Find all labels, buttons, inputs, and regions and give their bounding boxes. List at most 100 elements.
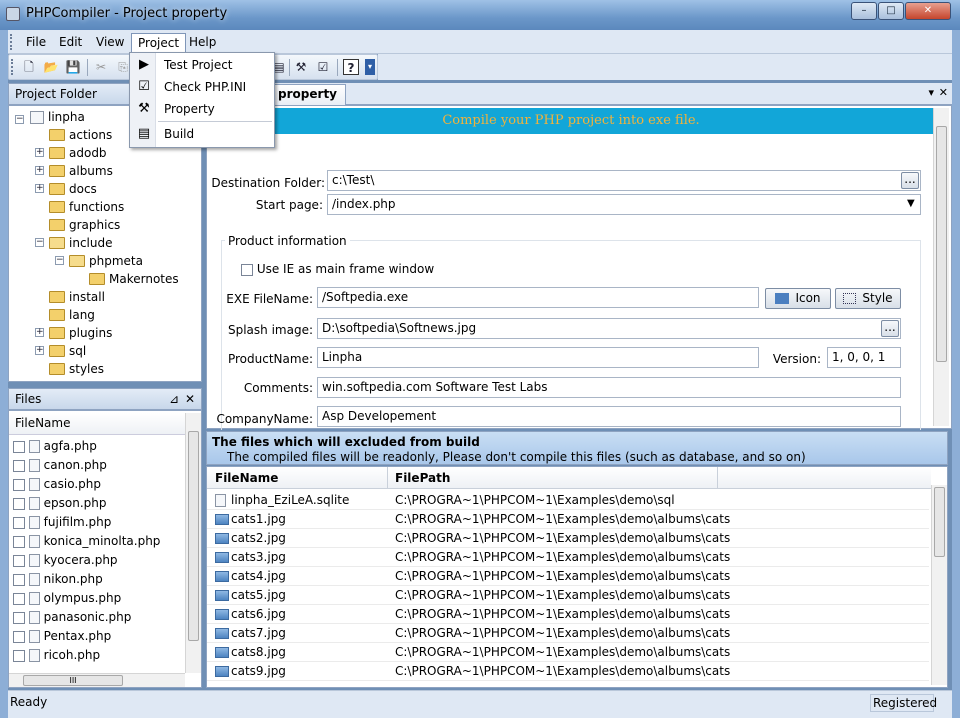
menu-view[interactable]: View [90,33,130,51]
file-row[interactable]: nikon.php [13,570,103,589]
cut-icon[interactable]: ✂ [93,59,109,75]
checkbox-icon[interactable] [241,263,253,276]
expand-icon[interactable]: + [35,166,44,175]
column-filename[interactable]: FileName [215,471,278,485]
column-filepath[interactable]: FilePath [395,471,450,485]
form-vscrollbar[interactable] [933,108,949,426]
tree-root[interactable]: − linpha [15,108,85,126]
tab-close-icon[interactable]: ✕ [939,86,948,99]
file-row[interactable]: fujifilm.php [13,513,111,532]
collapse-icon[interactable]: − [15,115,24,124]
company-name-field[interactable]: Asp Developement [317,406,901,427]
tab-dropdown-icon[interactable]: ▾ [928,86,934,99]
check-list-icon[interactable]: ☑ [315,59,331,75]
tree-item-actions[interactable]: actions [49,126,112,144]
table-row[interactable]: cats8.jpg C:\PROGRA~1\PHPCOM~1\Examples\d… [207,643,929,662]
scroll-thumb[interactable] [934,487,945,557]
close-window-button[interactable]: ✕ [905,2,951,20]
file-row[interactable]: epson.php [13,494,107,513]
tree-item-lang[interactable]: lang [49,306,95,324]
files-hscrollbar[interactable]: III [9,673,185,687]
collapse-icon[interactable]: − [55,256,64,265]
use-ie-checkbox[interactable]: Use IE as main frame window [241,262,434,276]
new-file-icon[interactable]: 🗋 [21,59,37,75]
scroll-thumb[interactable] [188,431,199,641]
close-icon[interactable]: ✕ [185,392,195,406]
expand-icon[interactable]: + [35,184,44,193]
tree-item-makernotes[interactable]: Makernotes [89,270,179,288]
tree-item-sql[interactable]: + sql [35,342,86,360]
checkbox-icon[interactable] [13,611,25,624]
tree-item-albums[interactable]: + albums [35,162,113,180]
table-row[interactable]: cats7.jpg C:\PROGRA~1\PHPCOM~1\Examples\d… [207,624,929,643]
checkbox-icon[interactable] [13,497,25,510]
file-row[interactable]: kyocera.php [13,551,118,570]
grid-vscrollbar[interactable] [931,485,947,685]
menu-help[interactable]: Help [183,33,222,51]
open-folder-icon[interactable]: 📂 [43,59,59,75]
file-row[interactable]: konica_minolta.php [13,532,160,551]
toolbar-overflow-icon[interactable]: ▾ [365,59,375,75]
maximize-button[interactable]: □ [878,2,904,20]
tree-item-graphics[interactable]: graphics [49,216,120,234]
file-row[interactable]: casio.php [13,475,101,494]
checkbox-icon[interactable] [13,516,25,529]
checkbox-icon[interactable] [13,535,25,548]
checkbox-icon[interactable] [13,459,25,472]
file-row[interactable]: panasonic.php [13,608,131,627]
destination-browse-button[interactable]: ... [901,172,919,189]
help-icon[interactable]: ? [343,59,359,75]
tree-item-phpmeta[interactable]: − phpmeta [55,252,143,270]
tree-item-styles[interactable]: styles [49,360,104,378]
table-row[interactable]: cats2.jpg C:\PROGRA~1\PHPCOM~1\Examples\d… [207,529,929,548]
product-name-field[interactable]: Linpha [317,347,759,368]
menu-item-check-php-ini[interactable]: ☑ Check PHP.INI [130,76,274,98]
version-field[interactable]: 1, 0, 0, 1 [827,347,901,368]
exe-filename-field[interactable]: /Softpedia.exe [317,287,759,308]
checkbox-icon[interactable] [13,630,25,643]
menu-edit[interactable]: Edit [53,33,88,51]
hscroll-thumb[interactable]: III [23,675,123,686]
save-icon[interactable]: 💾 [65,59,81,75]
table-row[interactable]: cats3.jpg C:\PROGRA~1\PHPCOM~1\Examples\d… [207,548,929,567]
menu-item-test-project[interactable]: ▶ Test Project [130,54,274,76]
build-tools-icon[interactable]: ⚒ [293,59,309,75]
checkbox-icon[interactable] [13,554,25,567]
table-row[interactable]: cats6.jpg C:\PROGRA~1\PHPCOM~1\Examples\d… [207,605,929,624]
tree-item-docs[interactable]: + docs [35,180,97,198]
chevron-down-icon[interactable]: ▼ [907,198,915,209]
comments-field[interactable]: win.softpedia.com Software Test Labs [317,377,901,398]
expand-icon[interactable]: + [35,148,44,157]
splash-browse-button[interactable]: ... [881,320,899,337]
menu-item-property[interactable]: ⚒ Property [130,98,274,120]
minimize-button[interactable]: – [851,2,877,20]
files-column-header[interactable]: FileName [9,413,185,435]
collapse-icon[interactable]: − [35,238,44,247]
checkbox-icon[interactable] [13,592,25,605]
expand-icon[interactable]: + [35,346,44,355]
expand-icon[interactable]: + [35,328,44,337]
checkbox-icon[interactable] [13,440,25,453]
file-row[interactable]: Pentax.php [13,627,111,646]
table-row[interactable]: linpha_EziLeA.sqlite C:\PROGRA~1\PHPCOM~1… [207,491,929,510]
tree-item-plugins[interactable]: + plugins [35,324,112,342]
file-row[interactable]: ricoh.php [13,646,100,665]
destination-field[interactable]: c:\Test\ [327,170,921,191]
table-row[interactable]: cats5.jpg C:\PROGRA~1\PHPCOM~1\Examples\d… [207,586,929,605]
files-vscrollbar[interactable] [185,413,201,673]
checkbox-icon[interactable] [13,478,25,491]
tree-item-functions[interactable]: functions [49,198,124,216]
start-page-select[interactable]: /index.php [327,194,921,215]
pin-icon[interactable]: ⊿ [169,392,179,406]
menu-item-build[interactable]: ▤ Build [130,123,274,145]
table-row[interactable]: cats9.jpg C:\PROGRA~1\PHPCOM~1\Examples\d… [207,662,929,681]
tree-item-include[interactable]: − include [35,234,112,252]
tree-item-install[interactable]: install [49,288,105,306]
scroll-thumb[interactable] [936,126,947,362]
table-row[interactable]: cats1.jpg C:\PROGRA~1\PHPCOM~1\Examples\d… [207,510,929,529]
menu-file[interactable]: File [20,33,52,51]
file-row[interactable]: canon.php [13,456,107,475]
tree-item-adodb[interactable]: + adodb [35,144,107,162]
icon-button[interactable]: Icon [765,288,831,309]
table-row[interactable]: cats4.jpg C:\PROGRA~1\PHPCOM~1\Examples\d… [207,567,929,586]
